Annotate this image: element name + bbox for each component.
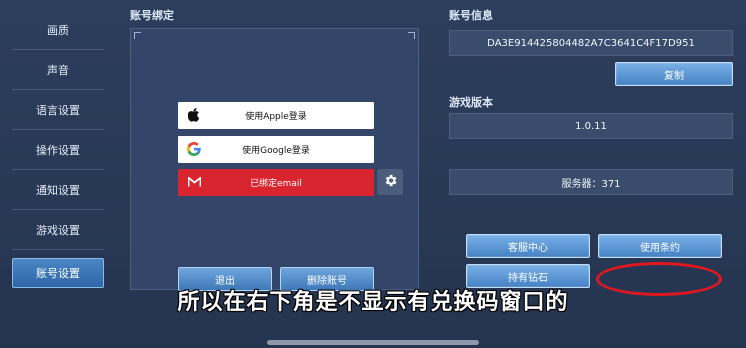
sidebar-item-graphics[interactable]: 画质 <box>12 10 104 50</box>
google-login-label: 使用Google登录 <box>242 146 310 156</box>
google-icon <box>186 141 202 157</box>
video-subtitle: 所以在右下角是不显示有兑换码窗口的 <box>177 290 569 315</box>
version-field: 1.0.11 <box>449 113 733 139</box>
sidebar-item-game[interactable]: 游戏设置 <box>12 210 104 250</box>
terms-of-use-button[interactable]: 使用条约 <box>598 234 722 258</box>
sidebar-item-language[interactable]: 语言设置 <box>12 90 104 130</box>
panel-corner-decoration <box>408 32 415 39</box>
email-settings-button[interactable] <box>377 169 403 195</box>
gear-icon <box>383 173 398 192</box>
customer-service-button[interactable]: 客服中心 <box>466 234 590 258</box>
account-id-field: DA3E914425804482A7C3641C4F17D951 <box>449 30 733 56</box>
email-bound-button[interactable]: 已绑定email <box>178 169 374 196</box>
account-binding-panel: 使用Apple登录 使用Google登录 已绑定email 退出 删除账号 <box>130 28 419 291</box>
account-info-heading: 账号信息 <box>449 9 493 22</box>
sidebar-item-sound[interactable]: 声音 <box>12 50 104 90</box>
google-login-button[interactable]: 使用Google登录 <box>178 136 374 163</box>
home-indicator[interactable] <box>267 340 479 345</box>
panel-corner-decoration <box>134 32 141 39</box>
apple-login-label: 使用Apple登录 <box>245 112 307 122</box>
email-bound-label: 已绑定email <box>250 179 302 189</box>
game-version-heading: 游戏版本 <box>449 96 493 109</box>
account-binding-heading: 账号绑定 <box>130 9 174 22</box>
sidebar-item-controls[interactable]: 操作设置 <box>12 130 104 170</box>
apple-icon <box>186 107 202 123</box>
sidebar-item-notifications[interactable]: 通知设置 <box>12 170 104 210</box>
gmail-icon <box>186 174 202 190</box>
settings-sidebar: 画质 声音 语言设置 操作设置 通知设置 游戏设置 账号设置 <box>12 10 104 288</box>
copy-button[interactable]: 复制 <box>615 62 733 86</box>
apple-login-button[interactable]: 使用Apple登录 <box>178 102 374 129</box>
server-field: 服务器：371 <box>449 169 733 195</box>
